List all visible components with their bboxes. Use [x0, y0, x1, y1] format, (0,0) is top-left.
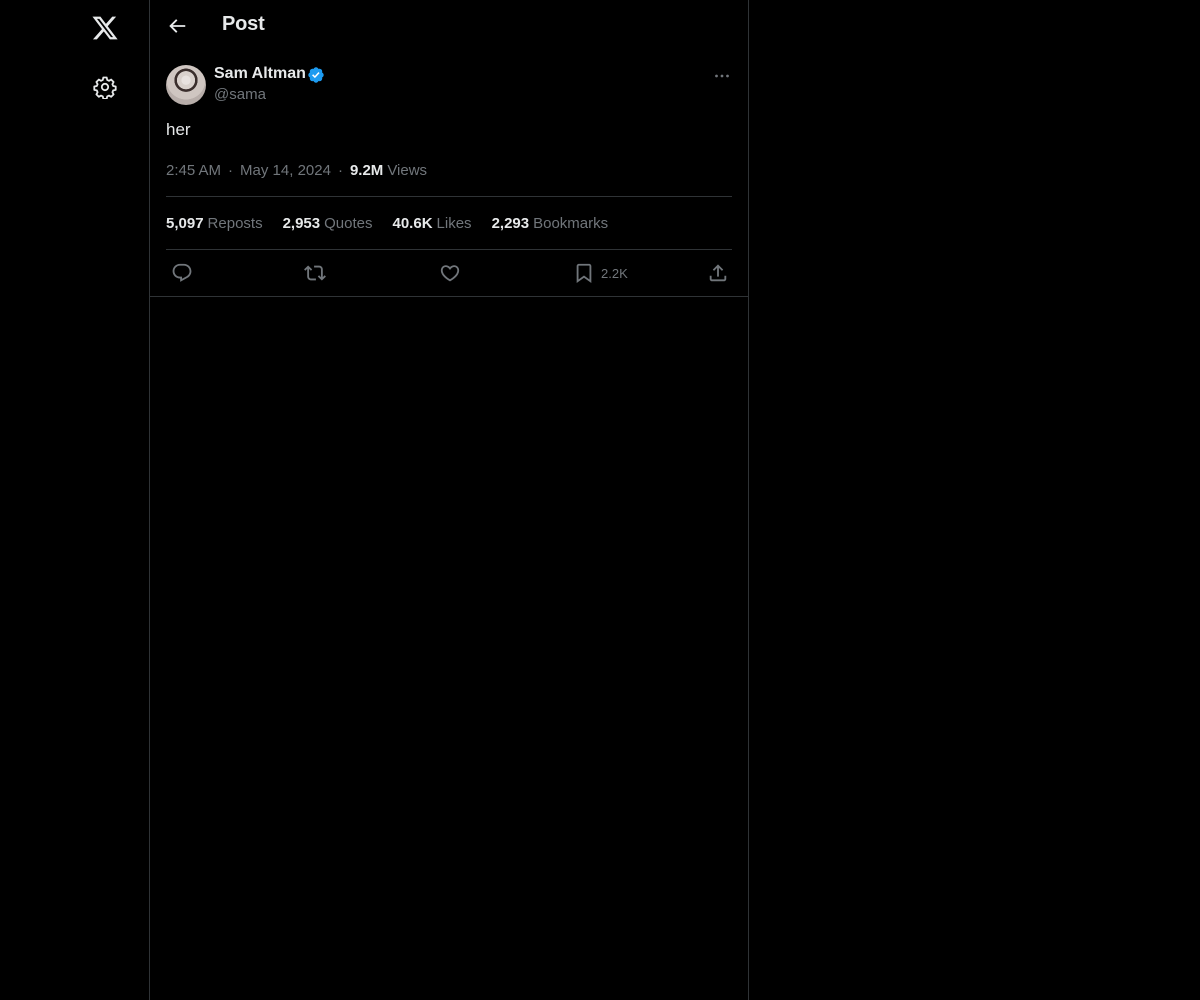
engagement-stats: 5,097 Reposts 2,953 Quotes 40.6K Likes 2,29… [166, 215, 628, 232]
avatar[interactable] [166, 65, 206, 105]
post-time[interactable]: 2:45 AM [166, 162, 221, 179]
stat-bookmarks[interactable]: 2,293 Bookmarks [492, 215, 609, 232]
page-title: Post [222, 13, 265, 35]
bookmark-icon [576, 263, 592, 284]
like-button[interactable] [439, 261, 461, 285]
page-header: Post [150, 0, 748, 53]
post-meta: 2:45 AM · May 14, 2024 · 9.2M Views [166, 162, 427, 179]
stat-label: Likes [436, 215, 472, 232]
author-name[interactable]: Sam Altman [214, 65, 306, 83]
arrow-left-icon [169, 19, 186, 33]
x-logo-icon[interactable] [91, 14, 119, 42]
main-column: Post Sam Altman @sama her 2:45 AM · May … [149, 0, 749, 1000]
stat-label: Reposts [207, 215, 263, 232]
share-button[interactable] [707, 261, 729, 285]
post-text: her [166, 120, 191, 139]
bookmark-button[interactable]: 2.2K [573, 261, 628, 285]
bookmark-count: 2.2K [601, 265, 628, 281]
stat-number: 2,293 [491, 215, 530, 232]
views-label: Views [387, 162, 428, 179]
stat-number: 40.6K [392, 215, 433, 232]
stat-quotes[interactable]: 2,953 Quotes [283, 215, 373, 232]
heart-icon [440, 265, 460, 282]
stat-likes[interactable]: 40.6K Likes [393, 215, 472, 232]
views-count: 9.2M [349, 162, 384, 179]
more-options-button[interactable] [711, 65, 733, 87]
back-button[interactable] [166, 15, 188, 37]
divider [166, 196, 732, 197]
post: Sam Altman @sama her 2:45 AM · May 14, 2… [150, 53, 748, 297]
verified-badge-icon [307, 66, 325, 84]
stat-label: Quotes [324, 215, 373, 232]
repost-icon [304, 265, 326, 281]
reply-icon [172, 263, 192, 282]
repost-button[interactable] [304, 261, 326, 285]
author-handle[interactable]: @sama [214, 86, 266, 103]
stat-reposts[interactable]: 5,097 Reposts [166, 215, 263, 232]
stat-number: 5,097 [166, 215, 204, 232]
stat-number: 2,953 [282, 215, 321, 232]
gear-icon[interactable] [93, 75, 117, 100]
reply-button[interactable] [171, 261, 193, 285]
more-horizontal-icon [715, 74, 729, 78]
share-icon [709, 264, 727, 282]
meta-separator: · [337, 162, 343, 179]
left-nav-rail [0, 0, 149, 1000]
post-date[interactable]: May 14, 2024 [240, 162, 331, 179]
action-bar: 2.2K [150, 250, 748, 296]
stat-label: Bookmarks [533, 215, 609, 232]
meta-separator: · [228, 162, 234, 179]
